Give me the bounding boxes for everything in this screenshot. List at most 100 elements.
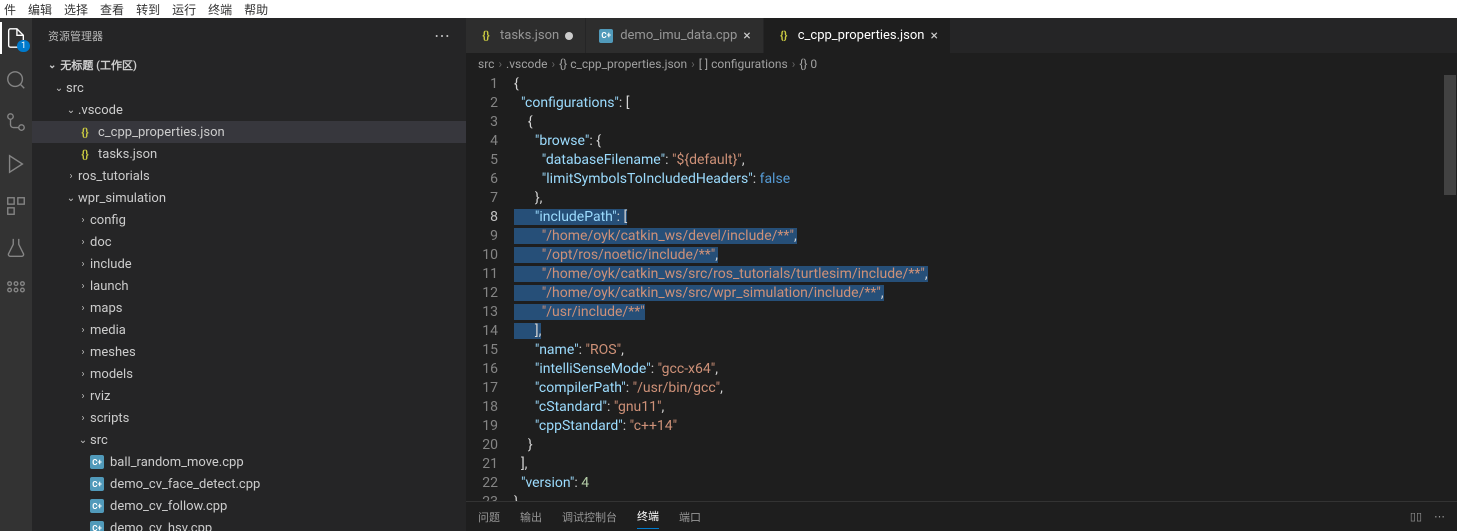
breadcrumb-item[interactable]: {} c_cpp_properties.json bbox=[559, 57, 687, 71]
tree-file[interactable]: C+ball_random_move.cpp bbox=[32, 451, 466, 473]
modified-dot-icon[interactable] bbox=[565, 32, 573, 40]
tree-folder[interactable]: ›rviz bbox=[32, 385, 466, 407]
panel-tab[interactable]: 问题 bbox=[478, 505, 500, 529]
code-line[interactable]: "/home/oyk/catkin_ws/src/wpr_simulation/… bbox=[514, 284, 1457, 303]
tree-item-label: wpr_simulation bbox=[78, 191, 166, 206]
panel-actions: ▯▯ ⋯ bbox=[1410, 510, 1445, 523]
code-line[interactable]: { bbox=[514, 113, 1457, 132]
tree-folder[interactable]: ›ros_tutorials bbox=[32, 165, 466, 187]
breadcrumb-item[interactable]: src bbox=[478, 57, 494, 71]
breadcrumb-item[interactable]: [ ] configurations bbox=[699, 57, 788, 71]
editor-tab[interactable]: C+demo_imu_data.cpp× bbox=[586, 18, 764, 53]
tree-item-label: config bbox=[90, 213, 126, 228]
code-line[interactable]: "version": 4 bbox=[514, 474, 1457, 493]
activity-extensions-icon[interactable] bbox=[4, 194, 28, 218]
code-content[interactable]: { "configurations": [ { "browse": { "dat… bbox=[514, 75, 1457, 501]
activity-explorer-icon[interactable]: 1 bbox=[4, 26, 28, 50]
tree-folder[interactable]: ›media bbox=[32, 319, 466, 341]
tree-folder[interactable]: ⌄.vscode bbox=[32, 99, 466, 121]
tree-file[interactable]: C+demo_cv_face_detect.cpp bbox=[32, 473, 466, 495]
tree-folder[interactable]: ›models bbox=[32, 363, 466, 385]
panel-tab[interactable]: 调试控制台 bbox=[562, 505, 617, 529]
menu-item[interactable]: 运行 bbox=[172, 1, 196, 18]
chevron-right-icon: › bbox=[76, 413, 90, 424]
code-line[interactable]: }, bbox=[514, 189, 1457, 208]
menu-item[interactable]: 转到 bbox=[136, 1, 160, 18]
scrollbar-thumb[interactable] bbox=[1444, 75, 1456, 195]
activity-testing-icon[interactable] bbox=[4, 236, 28, 260]
code-line[interactable]: "cStandard": "gnu11", bbox=[514, 398, 1457, 417]
code-line[interactable]: } bbox=[514, 436, 1457, 455]
menu-item[interactable]: 帮助 bbox=[244, 1, 268, 18]
menu-bar: 件编辑选择查看转到运行终端帮助 bbox=[0, 0, 1457, 18]
code-line[interactable]: "/usr/include/**" bbox=[514, 303, 1457, 322]
more-icon[interactable]: ⋯ bbox=[1434, 510, 1445, 523]
tree-folder[interactable]: ›doc bbox=[32, 231, 466, 253]
code-line[interactable]: ], bbox=[514, 322, 1457, 341]
tree-folder[interactable]: ›maps bbox=[32, 297, 466, 319]
workspace-label: 无标题 (工作区) bbox=[60, 57, 136, 73]
breadcrumb[interactable]: src›.vscode›{} c_cpp_properties.json›[ ]… bbox=[466, 53, 1457, 75]
code-editor[interactable]: 1234567891011121314151617181920212223 { … bbox=[466, 75, 1457, 501]
tree-item-label: ball_random_move.cpp bbox=[110, 455, 244, 470]
tree-file[interactable]: C+demo_cv_hsv.cpp bbox=[32, 517, 466, 531]
editor-tab[interactable]: {}tasks.json bbox=[466, 18, 586, 53]
code-line[interactable]: "compilerPath": "/usr/bin/gcc", bbox=[514, 379, 1457, 398]
code-line[interactable]: } bbox=[514, 493, 1457, 501]
code-line[interactable]: "databaseFilename": "${default}", bbox=[514, 151, 1457, 170]
split-icon[interactable]: ▯▯ bbox=[1410, 510, 1422, 523]
tree-item-label: demo_cv_follow.cpp bbox=[110, 499, 227, 514]
code-line[interactable]: "name": "ROS", bbox=[514, 341, 1457, 360]
menu-item[interactable]: 查看 bbox=[100, 1, 124, 18]
code-line[interactable]: "/home/oyk/catkin_ws/src/ros_tutorials/t… bbox=[514, 265, 1457, 284]
line-number: 9 bbox=[466, 227, 498, 246]
code-line[interactable]: "intelliSenseMode": "gcc-x64", bbox=[514, 360, 1457, 379]
tree-folder[interactable]: ⌄src bbox=[32, 429, 466, 451]
tree-folder[interactable]: ›launch bbox=[32, 275, 466, 297]
code-line[interactable]: "browse": { bbox=[514, 132, 1457, 151]
code-line[interactable]: "configurations": [ bbox=[514, 94, 1457, 113]
activity-debug-icon[interactable] bbox=[4, 152, 28, 176]
tree-folder[interactable]: ›include bbox=[32, 253, 466, 275]
tree-item-label: launch bbox=[90, 279, 129, 294]
line-number: 2 bbox=[466, 94, 498, 113]
panel-tab[interactable]: 输出 bbox=[520, 505, 542, 529]
panel-tab[interactable]: 终端 bbox=[637, 504, 659, 529]
tree-folder[interactable]: ›config bbox=[32, 209, 466, 231]
breadcrumb-separator: › bbox=[691, 57, 695, 71]
editor-tab[interactable]: {}c_cpp_properties.json× bbox=[764, 18, 951, 53]
code-line[interactable]: "cppStandard": "c++14" bbox=[514, 417, 1457, 436]
sidebar-more-icon[interactable]: ⋯ bbox=[434, 26, 450, 45]
activity-search-icon[interactable] bbox=[4, 68, 28, 92]
code-line[interactable]: "limitSymbolsToIncludedHeaders": false bbox=[514, 170, 1457, 189]
line-number: 22 bbox=[466, 474, 498, 493]
tree-folder[interactable]: ›meshes bbox=[32, 341, 466, 363]
workspace-title[interactable]: ⌄ 无标题 (工作区) bbox=[32, 53, 466, 77]
activity-scm-icon[interactable] bbox=[4, 110, 28, 134]
close-icon[interactable]: × bbox=[743, 28, 750, 44]
scrollbar-vertical[interactable] bbox=[1443, 75, 1457, 501]
code-line[interactable]: "/home/oyk/catkin_ws/devel/include/**", bbox=[514, 227, 1457, 246]
menu-item[interactable]: 件 bbox=[4, 1, 16, 18]
breadcrumb-item[interactable]: {} 0 bbox=[799, 57, 817, 71]
code-line[interactable]: { bbox=[514, 75, 1457, 94]
breadcrumb-separator: › bbox=[551, 57, 555, 71]
tree-file[interactable]: C+demo_cv_follow.cpp bbox=[32, 495, 466, 517]
menu-item[interactable]: 编辑 bbox=[28, 1, 52, 18]
tree-file[interactable]: {}tasks.json bbox=[32, 143, 466, 165]
tree-file[interactable]: {}c_cpp_properties.json bbox=[32, 121, 466, 143]
code-line[interactable]: ], bbox=[514, 455, 1457, 474]
code-line[interactable]: "/opt/ros/noetic/include/**", bbox=[514, 246, 1457, 265]
close-icon[interactable]: × bbox=[930, 28, 937, 44]
tree-folder[interactable]: ⌄src bbox=[32, 77, 466, 99]
breadcrumb-item[interactable]: .vscode bbox=[506, 57, 547, 71]
tree-folder[interactable]: ›scripts bbox=[32, 407, 466, 429]
line-number: 20 bbox=[466, 436, 498, 455]
menu-item[interactable]: 终端 bbox=[208, 1, 232, 18]
tree-folder[interactable]: ⌄wpr_simulation bbox=[32, 187, 466, 209]
menu-item[interactable]: 选择 bbox=[64, 1, 88, 18]
activity-ros-icon[interactable] bbox=[4, 278, 28, 302]
code-line[interactable]: "includePath": [ bbox=[514, 208, 1457, 227]
panel-tab[interactable]: 端口 bbox=[679, 505, 701, 529]
line-gutter: 1234567891011121314151617181920212223 bbox=[466, 75, 514, 501]
